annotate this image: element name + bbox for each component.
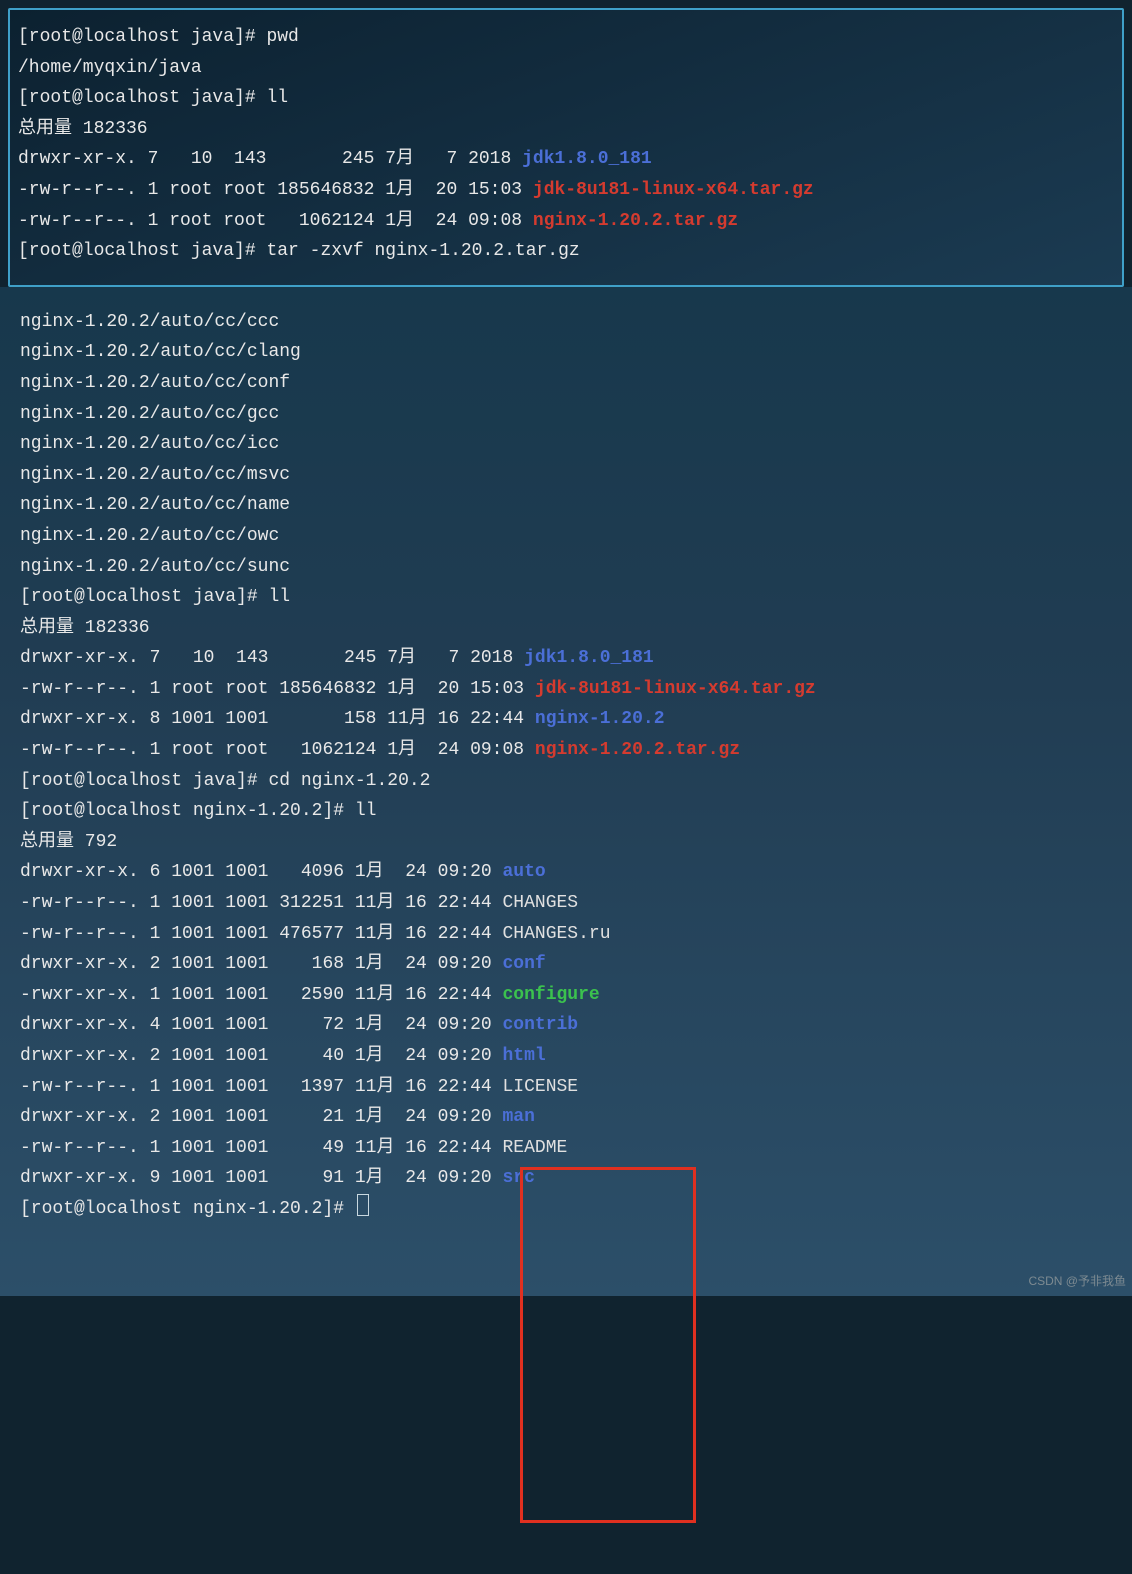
ls-perm: drwxr-xr-x. 8 1001 1001 158 11月 16 22:44 <box>20 709 535 729</box>
terminal-panel-2[interactable]: nginx-1.20.2/auto/cc/ccc nginx-1.20.2/au… <box>0 287 1132 1296</box>
shell-prompt: [root@localhost nginx-1.20.2]# <box>20 801 355 821</box>
ls-filename: CHANGES.ru <box>502 924 610 944</box>
shell-prompt: [root@localhost java]# <box>18 88 266 108</box>
ls-perm: -rw-r--r--. 1 root root 185646832 1月 20 … <box>20 679 535 699</box>
tar-output-line: nginx-1.20.2/auto/cc/ccc <box>20 312 279 332</box>
cmd-pwd: pwd <box>266 27 298 47</box>
ls-perm: -rw-r--r--. 1 root root 1062124 1月 24 09… <box>20 740 535 760</box>
pwd-output: /home/myqxin/java <box>18 58 202 78</box>
shell-prompt: [root@localhost java]# <box>20 587 268 607</box>
ls-filename: auto <box>502 862 545 882</box>
watermark: CSDN @予非我鱼 <box>1028 1271 1126 1291</box>
ls-perm: drwxr-xr-x. 2 1001 1001 168 1月 24 09:20 <box>20 954 502 974</box>
tar-output-line: nginx-1.20.2/auto/cc/gcc <box>20 404 279 424</box>
tar-output-line: nginx-1.20.2/auto/cc/msvc <box>20 465 290 485</box>
ls-row: -rw-r--r--. 1 root root 185646832 1月 20 … <box>18 180 814 200</box>
ls-perm: -rw-r--r--. 1 1001 1001 312251 11月 16 22… <box>20 893 502 913</box>
ls-row: drwxr-xr-x. 7 10 143 245 7月 7 2018 jdk1.… <box>20 648 654 668</box>
ls-filename: jdk1.8.0_181 <box>522 149 652 169</box>
ls-perm: drwxr-xr-x. 2 1001 1001 40 1月 24 09:20 <box>20 1046 502 1066</box>
ls-filename: nginx-1.20.2.tar.gz <box>533 211 738 231</box>
tar-output-line: nginx-1.20.2/auto/cc/name <box>20 495 290 515</box>
ls-row: -rw-r--r--. 1 1001 1001 312251 11月 16 22… <box>20 893 578 913</box>
ls-row: drwxr-xr-x. 8 1001 1001 158 11月 16 22:44… <box>20 709 665 729</box>
total-line: 总用量 182336 <box>20 618 150 638</box>
ls-filename: conf <box>502 954 545 974</box>
ls-perm: -rwxr-xr-x. 1 1001 1001 2590 11月 16 22:4… <box>20 985 502 1005</box>
ls-filename: src <box>502 1168 534 1188</box>
ls-row: drwxr-xr-x. 2 1001 1001 21 1月 24 09:20 m… <box>20 1107 535 1127</box>
total-line: 总用量 792 <box>20 832 117 852</box>
ls-perm: -rw-r--r--. 1 1001 1001 1397 11月 16 22:4… <box>20 1077 502 1097</box>
ls-row: -rw-r--r--. 1 1001 1001 476577 11月 16 22… <box>20 924 611 944</box>
ls-filename: html <box>502 1046 545 1066</box>
tar-output-line: nginx-1.20.2/auto/cc/clang <box>20 342 301 362</box>
cursor-icon <box>357 1194 369 1216</box>
total-line: 总用量 182336 <box>18 119 148 139</box>
ls-row: -rw-r--r--. 1 1001 1001 1397 11月 16 22:4… <box>20 1077 578 1097</box>
ls-row: -rw-r--r--. 1 1001 1001 49 11月 16 22:44 … <box>20 1138 567 1158</box>
ls-perm: drwxr-xr-x. 2 1001 1001 21 1月 24 09:20 <box>20 1107 502 1127</box>
cmd-tar: tar -zxvf nginx-1.20.2.tar.gz <box>266 241 579 261</box>
tar-output-line: nginx-1.20.2/auto/cc/sunc <box>20 557 290 577</box>
ls-perm: -rw-r--r--. 1 1001 1001 476577 11月 16 22… <box>20 924 502 944</box>
shell-prompt: [root@localhost nginx-1.20.2]# <box>20 1199 355 1219</box>
ls-filename: contrib <box>502 1015 578 1035</box>
cmd-cd: cd nginx-1.20.2 <box>268 771 430 791</box>
ls-perm: -rw-r--r--. 1 1001 1001 49 11月 16 22:44 <box>20 1138 502 1158</box>
ls-perm: drwxr-xr-x. 4 1001 1001 72 1月 24 09:20 <box>20 1015 502 1035</box>
ls-row: drwxr-xr-x. 9 1001 1001 91 1月 24 09:20 s… <box>20 1168 535 1188</box>
ls-perm: drwxr-xr-x. 7 10 143 245 7月 7 2018 <box>20 648 524 668</box>
ls-filename: jdk-8u181-linux-x64.tar.gz <box>535 679 816 699</box>
shell-prompt: [root@localhost java]# <box>20 771 268 791</box>
ls-row: drwxr-xr-x. 4 1001 1001 72 1月 24 09:20 c… <box>20 1015 578 1035</box>
ls-row: drwxr-xr-x. 7 10 143 245 7月 7 2018 jdk1.… <box>18 149 652 169</box>
ls-filename: nginx-1.20.2.tar.gz <box>535 740 740 760</box>
ls-perm: drwxr-xr-x. 6 1001 1001 4096 1月 24 09:20 <box>20 862 502 882</box>
shell-prompt: [root@localhost java]# <box>18 241 266 261</box>
cmd-ll: ll <box>266 88 288 108</box>
ls-filename: jdk-8u181-linux-x64.tar.gz <box>533 180 814 200</box>
ls-row: -rw-r--r--. 1 root root 1062124 1月 24 09… <box>18 211 738 231</box>
ls-row: drwxr-xr-x. 2 1001 1001 168 1月 24 09:20 … <box>20 954 546 974</box>
highlight-box <box>520 1167 696 1523</box>
ls-filename: jdk1.8.0_181 <box>524 648 654 668</box>
cmd-ll: ll <box>268 587 290 607</box>
ls-perm: -rw-r--r--. 1 root root 1062124 1月 24 09… <box>18 211 533 231</box>
tar-output-line: nginx-1.20.2/auto/cc/owc <box>20 526 279 546</box>
ls-row: drwxr-xr-x. 6 1001 1001 4096 1月 24 09:20… <box>20 862 546 882</box>
cmd-ll: ll <box>355 801 377 821</box>
ls-filename: configure <box>502 985 599 1005</box>
shell-prompt: [root@localhost java]# <box>18 27 266 47</box>
terminal-panel-1[interactable]: [root@localhost java]# pwd /home/myqxin/… <box>8 8 1124 287</box>
tar-output-line: nginx-1.20.2/auto/cc/icc <box>20 434 279 454</box>
ls-perm: drwxr-xr-x. 9 1001 1001 91 1月 24 09:20 <box>20 1168 502 1188</box>
ls-row: -rw-r--r--. 1 root root 1062124 1月 24 09… <box>20 740 740 760</box>
ls-row: -rwxr-xr-x. 1 1001 1001 2590 11月 16 22:4… <box>20 985 600 1005</box>
ls-perm: -rw-r--r--. 1 root root 185646832 1月 20 … <box>18 180 533 200</box>
ls-row: drwxr-xr-x. 2 1001 1001 40 1月 24 09:20 h… <box>20 1046 546 1066</box>
ls-filename: CHANGES <box>502 893 578 913</box>
ls-filename: man <box>502 1107 534 1127</box>
ls-filename: nginx-1.20.2 <box>535 709 665 729</box>
ls-filename: LICENSE <box>502 1077 578 1097</box>
ls-perm: drwxr-xr-x. 7 10 143 245 7月 7 2018 <box>18 149 522 169</box>
ls-filename: README <box>502 1138 567 1158</box>
ls-row: -rw-r--r--. 1 root root 185646832 1月 20 … <box>20 679 816 699</box>
tar-output-line: nginx-1.20.2/auto/cc/conf <box>20 373 290 393</box>
